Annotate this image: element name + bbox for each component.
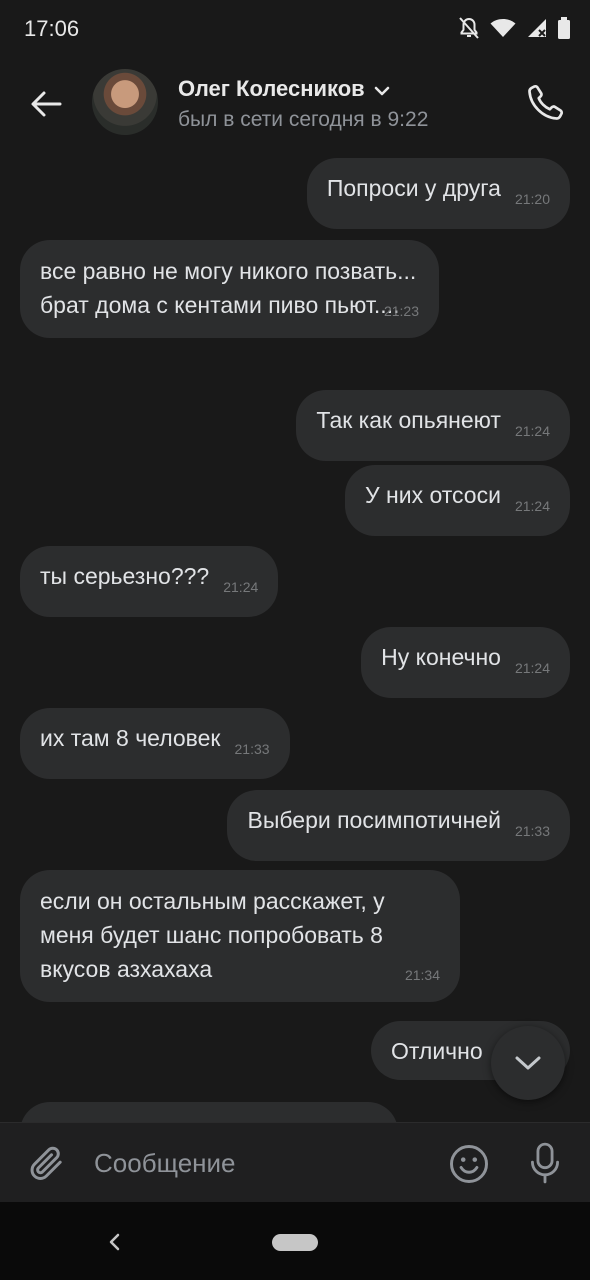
message-text: Отлично bbox=[391, 1038, 483, 1064]
message-time: 21:34 bbox=[404, 967, 440, 983]
message-time: 21:23 bbox=[383, 303, 419, 319]
contact-avatar[interactable] bbox=[92, 69, 158, 135]
message-text: их там 8 человек bbox=[40, 725, 221, 751]
message-time: 21:33 bbox=[514, 823, 550, 839]
message-time: 21:24 bbox=[223, 579, 259, 595]
message-text: все равно не могу никого позвать... брат… bbox=[40, 258, 417, 318]
message-outgoing[interactable]: Выбери посимпотичней 21:33 bbox=[227, 790, 570, 861]
contact-name-button[interactable]: Олег Колесников bbox=[178, 76, 391, 103]
message-time: 21:24 bbox=[514, 498, 550, 514]
phone-icon bbox=[528, 84, 564, 120]
arrow-left-icon bbox=[31, 91, 62, 117]
wifi-icon bbox=[490, 18, 516, 43]
status-icons bbox=[458, 16, 570, 45]
chevron-down-icon bbox=[515, 1056, 541, 1070]
message-outgoing[interactable]: Попроси у друга 21:20 bbox=[306, 158, 570, 229]
battery-icon bbox=[558, 17, 570, 44]
message-time: 21:33 bbox=[234, 741, 270, 757]
message-incoming[interactable]: все равно не могу никого позвать... брат… bbox=[20, 240, 439, 338]
message-outgoing[interactable]: Ну конечно 21:24 bbox=[361, 627, 570, 698]
back-button[interactable] bbox=[22, 80, 70, 128]
message-time: 21:24 bbox=[514, 660, 550, 676]
message-text: Попроси у друга bbox=[326, 175, 501, 201]
message-time: 21:24 bbox=[514, 423, 550, 439]
message-outgoing[interactable]: У них отсоси 21:24 bbox=[345, 465, 570, 536]
message-incoming-partial[interactable] bbox=[20, 1102, 398, 1122]
status-time: 17:06 bbox=[24, 16, 80, 41]
message-text: Ну конечно bbox=[381, 644, 501, 670]
message-text: Выбери посимпотичней bbox=[247, 807, 501, 833]
attach-button[interactable] bbox=[24, 1141, 68, 1185]
message-composer bbox=[0, 1122, 590, 1203]
paperclip-icon bbox=[30, 1146, 62, 1180]
status-bar: 17:06 bbox=[0, 0, 590, 60]
system-home-pill[interactable] bbox=[272, 1234, 318, 1251]
message-text: Так как опьянеют bbox=[316, 407, 501, 433]
message-text: У них отсоси bbox=[365, 482, 501, 508]
message-text: ты серьезно??? bbox=[40, 563, 210, 589]
chevron-left-icon bbox=[109, 1233, 120, 1251]
message-time: 21:20 bbox=[514, 191, 550, 207]
contact-name: Олег Колесников bbox=[178, 76, 365, 101]
message-incoming[interactable]: ты серьезно??? 21:24 bbox=[20, 546, 279, 617]
emoji-button[interactable] bbox=[446, 1141, 492, 1187]
cell-signal-icon bbox=[526, 17, 548, 44]
microphone-icon bbox=[531, 1142, 559, 1184]
voice-message-button[interactable] bbox=[522, 1139, 568, 1187]
message-outgoing[interactable]: Так как опьянеют 21:24 bbox=[296, 390, 570, 461]
chevron-down-icon bbox=[373, 77, 391, 103]
system-back-button[interactable] bbox=[96, 1224, 132, 1260]
chat-header: Олег Колесников был в сети сегодня в 9:2… bbox=[0, 60, 590, 150]
message-text: если он остальным расскажет, у меня буде… bbox=[40, 888, 385, 982]
message-incoming[interactable]: их там 8 человек 21:33 bbox=[20, 708, 290, 779]
smiley-icon bbox=[450, 1145, 488, 1183]
call-button[interactable] bbox=[522, 78, 570, 126]
scroll-to-bottom-button[interactable] bbox=[491, 1026, 565, 1100]
system-nav-bar bbox=[0, 1202, 590, 1280]
message-input[interactable] bbox=[94, 1141, 424, 1185]
message-list[interactable]: Попроси у друга 21:20 все равно не могу н… bbox=[0, 150, 590, 1122]
contact-last-seen: был в сети сегодня в 9:22 bbox=[178, 108, 429, 131]
message-incoming[interactable]: если он остальным расскажет, у меня буде… bbox=[20, 870, 460, 1002]
notifications-off-icon bbox=[458, 16, 480, 45]
